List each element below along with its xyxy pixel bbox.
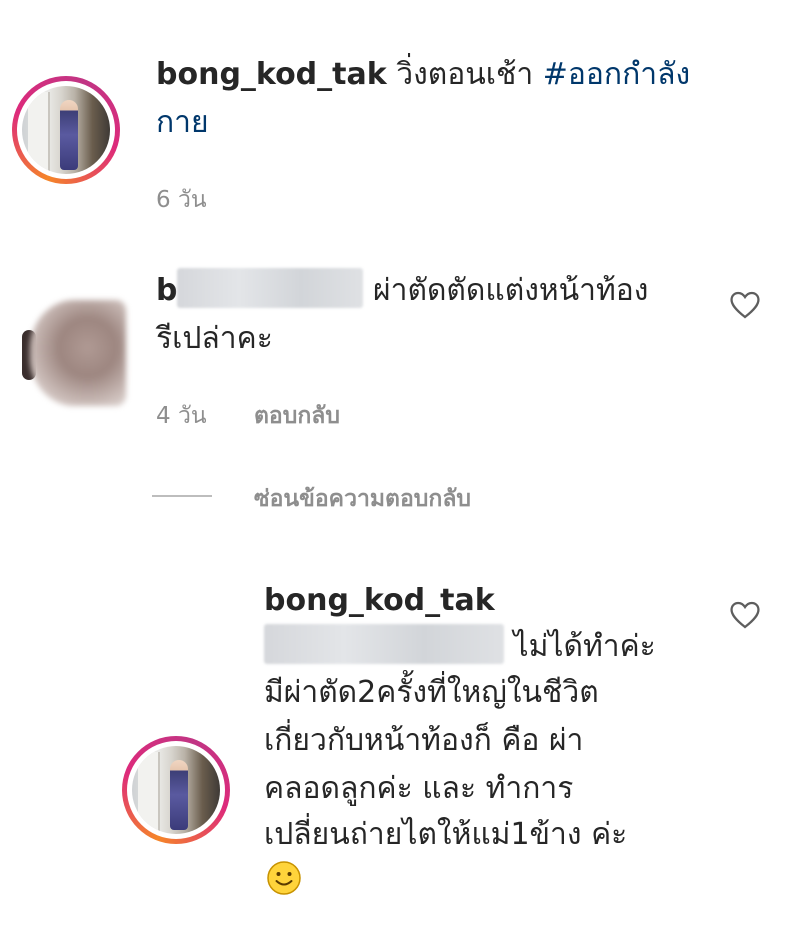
heart-outline-icon[interactable] [728,288,762,322]
reply-button[interactable]: ตอบกลับ [254,398,340,434]
smiling-face-emoji [267,861,301,895]
hashtag-link-continued[interactable]: กาย [156,100,209,146]
hide-replies-button[interactable]: ซ่อนข้อความตอบกลับ [254,481,471,517]
reply-avatar[interactable] [122,736,230,844]
blurred-avatar [30,300,126,406]
redacted-mention [264,623,504,664]
redacted-username [177,267,364,308]
comment-text: ผ่าตัดตัดแต่งหน้าท้อง [373,273,649,308]
reply-line-2: มีผ่าตัด2ครั้งที่ใหญ่ในชีวิต [264,675,599,710]
reply-line-3: เกี่ยวกับหน้าท้องก็ คือ ผ่า [264,723,584,758]
reply-line-5: เปลี่ยนถ่ายไตให้แม่1ข้าง ค่ะ [264,817,628,852]
post-caption: bong_kod_tak วิ่งตอนเช้า #ออกกำลัง [156,52,690,98]
commenter-username[interactable]: b [156,273,177,308]
comment-line-2: รีเปล่าคะ [156,321,273,356]
reply-username[interactable]: bong_kod_tak [264,578,495,624]
reply-line-4: คลอดลูกค่ะ และ ทำการ [264,771,574,806]
comment-line-1: b ผ่าตัดตัดแต่งหน้าท้อง [156,267,649,314]
post-username[interactable]: bong_kod_tak [156,57,387,92]
comment-time[interactable]: 4 วัน [156,398,207,434]
caption-text: วิ่งตอนเช้า [386,57,543,92]
replies-divider [152,495,212,497]
post-avatar[interactable] [12,76,120,184]
reply-text: ไม่ได้ทำค่ะ [513,629,656,664]
profile-photo [22,86,110,174]
reply-line-1: ไม่ได้ทำค่ะ [264,623,656,670]
profile-photo [132,746,220,834]
post-time[interactable]: 6 วัน [156,182,207,218]
heart-outline-icon[interactable] [728,598,762,632]
hashtag-link[interactable]: #ออกกำลัง [543,57,690,92]
